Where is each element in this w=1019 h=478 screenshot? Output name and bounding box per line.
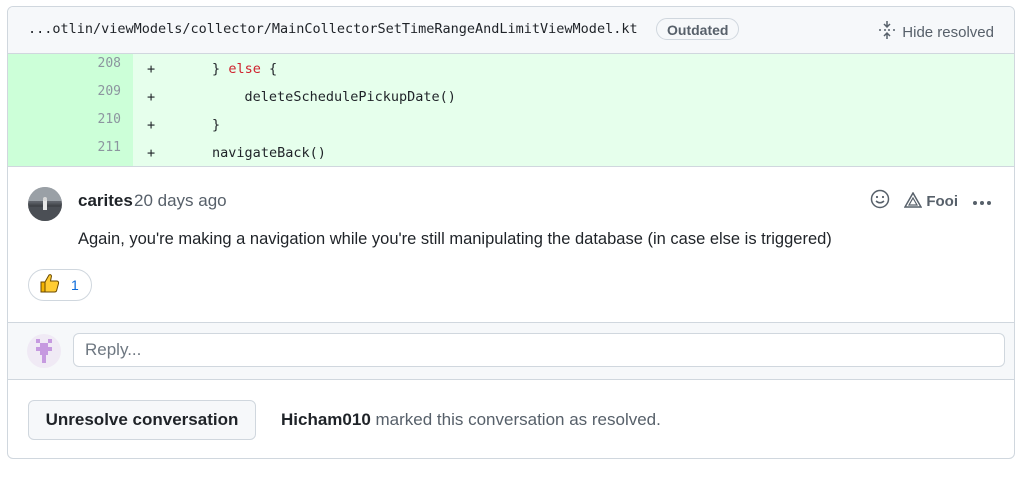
diff-line: 210 + } — [8, 110, 1014, 138]
current-user-avatar — [27, 334, 61, 368]
resolution-bar: Unresolve conversation Hicham010 marked … — [8, 380, 1014, 458]
code-line: + deleteSchedulePickupDate() — [133, 82, 456, 110]
diff-line: 209 + deleteSchedulePickupDate() — [8, 82, 1014, 110]
diff-line: 211 + navigateBack() — [8, 138, 1014, 166]
comment-timestamp[interactable]: 20 days ago — [134, 191, 227, 211]
comment-body: Again, you're making a navigation while … — [78, 230, 832, 248]
code-text: navigateBack() — [212, 145, 326, 161]
diff-line: 208 + } else { — [8, 54, 1014, 82]
review-comment: carites 20 days ago Fooi Again, you're m… — [8, 166, 1014, 322]
line-number[interactable]: 208 — [8, 54, 133, 82]
added-marker: + — [147, 61, 156, 77]
added-marker: + — [147, 89, 156, 105]
code-line: + } — [133, 110, 220, 138]
fold-icon — [878, 20, 896, 44]
foo-button[interactable]: Fooi — [904, 190, 958, 212]
code-text: } — [212, 117, 221, 133]
code-text: deleteSchedulePickupDate() — [244, 89, 456, 105]
foo-label: Fooi — [926, 193, 958, 210]
avatar[interactable] — [28, 187, 62, 221]
code-text: } — [212, 61, 229, 77]
reply-input[interactable]: Reply... — [73, 333, 1005, 367]
reaction-count: 1 — [71, 277, 79, 293]
resolver-username[interactable]: Hicham010 — [281, 410, 371, 429]
reply-area: Reply... — [8, 322, 1014, 380]
review-thread: ...otlin/viewModels/collector/MainCollec… — [7, 6, 1015, 459]
code-line: + navigateBack() — [133, 138, 326, 166]
added-marker: + — [147, 145, 156, 161]
triangle-icon — [904, 190, 923, 212]
code-text: { — [260, 61, 278, 77]
resolved-status-text: Hicham010 marked this conversation as re… — [281, 410, 661, 430]
file-path[interactable]: ...otlin/viewModels/collector/MainCollec… — [28, 21, 638, 37]
outdated-badge: Outdated — [656, 18, 740, 40]
thumbs-up-reaction[interactable]: 1 — [28, 269, 92, 301]
comment-author[interactable]: carites — [78, 191, 133, 211]
line-number[interactable]: 210 — [8, 110, 133, 138]
hide-resolved-label: Hide resolved — [902, 23, 994, 41]
comment-actions: Fooi — [870, 189, 992, 214]
hide-resolved-button[interactable]: Hide resolved — [878, 20, 994, 44]
line-number[interactable]: 209 — [8, 82, 133, 110]
line-number[interactable]: 211 — [8, 138, 133, 166]
code-line: + } else { — [133, 54, 277, 82]
unresolve-conversation-button[interactable]: Unresolve conversation — [28, 400, 256, 440]
smiley-icon[interactable] — [870, 189, 890, 214]
code-keyword: else — [228, 61, 261, 77]
kebab-menu-icon[interactable] — [972, 193, 992, 211]
thumbs-up-icon — [39, 272, 61, 299]
added-marker: + — [147, 117, 156, 133]
diff-hunk: 208 + } else {209 + deleteSchedulePickupDa… — [8, 54, 1014, 166]
resolved-message: marked this conversation as resolved. — [370, 410, 661, 429]
file-header: ...otlin/viewModels/collector/MainCollec… — [8, 7, 1014, 54]
